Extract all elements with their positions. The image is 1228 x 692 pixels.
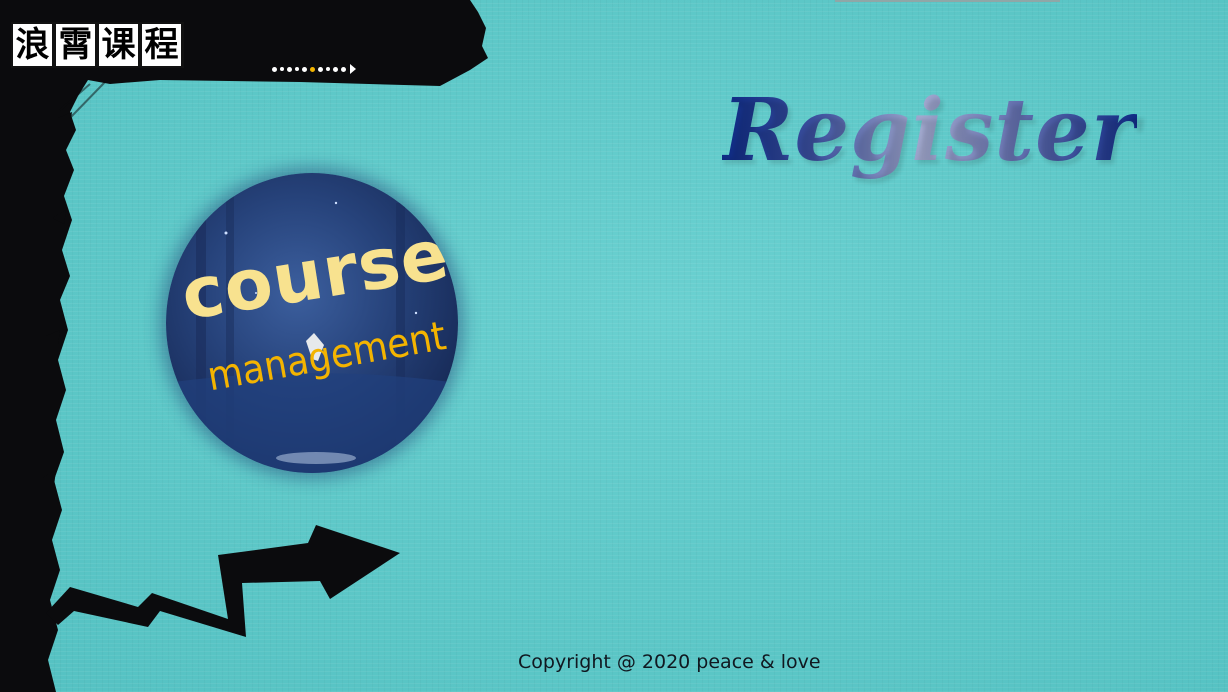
logo-char: 课 bbox=[99, 24, 138, 66]
dot bbox=[326, 67, 330, 71]
register-page: 浪 霄 课 程 Register course management Copyr… bbox=[0, 0, 1228, 692]
copyright-text: Copyright @ 2020 peace & love bbox=[518, 651, 821, 673]
logo-char: 霄 bbox=[56, 24, 95, 66]
dot bbox=[287, 66, 292, 72]
dot bbox=[295, 67, 299, 71]
chevron-right-icon bbox=[350, 64, 356, 74]
top-edge-bar bbox=[835, 0, 1060, 2]
dot bbox=[302, 66, 307, 72]
dot bbox=[341, 66, 346, 72]
dot-active bbox=[310, 66, 315, 72]
logo-char: 浪 bbox=[13, 24, 52, 66]
brand-logo: 浪 霄 课 程 bbox=[11, 22, 184, 68]
dot bbox=[280, 67, 284, 71]
dot bbox=[272, 66, 277, 72]
logo-char: 程 bbox=[142, 24, 181, 66]
dots-arrow-icon bbox=[272, 64, 356, 74]
dot bbox=[318, 66, 323, 72]
zigzag-arrow-icon bbox=[46, 525, 400, 637]
page-title: Register bbox=[722, 80, 1138, 181]
course-management-badge: course management bbox=[166, 173, 458, 473]
dot bbox=[333, 66, 338, 72]
